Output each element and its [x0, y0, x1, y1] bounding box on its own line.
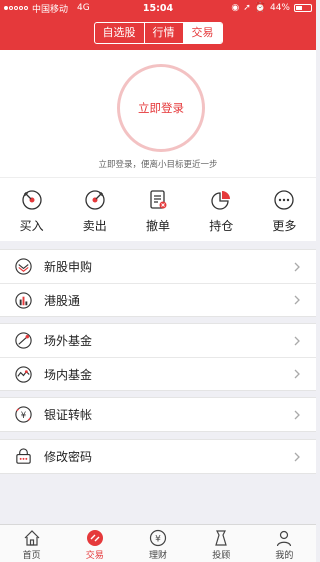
action-buy[interactable]: 买入 — [0, 178, 63, 241]
action-buy-label: 买入 — [19, 219, 44, 233]
menu-item-otc-fund-label: 场外基金 — [44, 334, 93, 348]
otc-fund-icon — [15, 332, 32, 349]
menu-item-exchange-fund[interactable]: 场内基金 — [0, 357, 316, 390]
tabbar-home[interactable]: 首页 — [0, 525, 63, 562]
holdings-icon — [211, 191, 231, 210]
profile-icon — [277, 530, 292, 547]
home-icon — [24, 530, 40, 546]
menu-item-hk-stock-label: 港股通 — [44, 293, 81, 308]
trade-icon — [86, 530, 103, 546]
segmented-control: 自选股 行情 交易 — [93, 22, 223, 44]
menu-group-2: 场外基金 场内基金 — [0, 323, 316, 391]
location-icon: ◉ — [231, 3, 240, 13]
menu-group-1: 新股申购 港股通 — [0, 249, 316, 317]
menu-item-ipo[interactable]: 新股申购 — [0, 250, 316, 283]
action-more[interactable]: 更多 — [253, 178, 316, 241]
finance-icon: ¥ — [149, 529, 167, 547]
ipo-icon — [15, 258, 32, 275]
battery-percent: 44% — [269, 3, 290, 13]
alarm-icon: ⏰ — [254, 3, 266, 13]
menu-item-exchange-fund-label: 场内基金 — [44, 367, 93, 382]
menu-item-hk-stock[interactable]: 港股通 — [0, 283, 316, 316]
menu-item-bank-transfer-label: 银证转帐 — [44, 408, 93, 422]
tab-watchlist[interactable]: 自选股 — [95, 23, 145, 43]
action-holdings-label: 持仓 — [209, 219, 234, 233]
cancel-order-icon — [150, 190, 167, 209]
login-tip: 立即登录，便离小目标更近一步 — [98, 160, 218, 170]
nav-bar: 自选股 行情 交易 — [0, 16, 316, 50]
tabbar-finance-label: 理财 — [149, 551, 168, 561]
battery-icon — [294, 4, 312, 12]
tabbar-advisor-label: 投顾 — [212, 551, 231, 561]
tabbar-advisor[interactable]: 投顾 — [190, 525, 253, 562]
menu-item-ipo-label: 新股申购 — [44, 260, 93, 274]
hk-stock-icon — [15, 291, 32, 309]
tabbar-finance[interactable]: ¥ 理财 — [126, 525, 189, 562]
tabbar-home-label: 首页 — [22, 551, 41, 561]
bank-transfer-icon: ¥ — [15, 406, 32, 423]
exchange-fund-icon — [15, 365, 32, 383]
action-cancel-order[interactable]: 撤单 — [126, 178, 189, 241]
tabbar-profile[interactable]: 我的 — [253, 525, 316, 562]
advisor-icon — [215, 530, 228, 546]
status-bar: 中国移动 4G 15:04 ◉ ➚ ⏰ 44% — [0, 0, 316, 16]
menu-group-4: 修改密码 — [0, 439, 316, 474]
login-button[interactable]: 立即登录 — [117, 64, 205, 152]
chevron-right-icon — [294, 336, 300, 345]
menu-item-change-password[interactable]: 修改密码 — [0, 440, 316, 473]
menu-item-bank-transfer[interactable]: ¥ 银证转帐 — [0, 398, 316, 431]
tab-market[interactable]: 行情 — [145, 23, 184, 43]
chevron-right-icon — [294, 452, 300, 461]
sell-icon — [85, 190, 105, 210]
tabbar-trade[interactable]: 交易 — [63, 525, 126, 562]
chevron-right-icon — [294, 295, 300, 305]
menu-item-change-password-label: 修改密码 — [44, 450, 93, 464]
carrier-label: 中国移动 — [32, 4, 69, 15]
menu-group-3: ¥ 银证转帐 — [0, 397, 316, 432]
chevron-right-icon — [294, 369, 300, 379]
tabbar-trade-label: 交易 — [85, 551, 104, 561]
tabbar-profile-label: 我的 — [275, 551, 294, 561]
tab-bar: 首页 交易 ¥ 理财 投顾 我的 — [0, 524, 316, 562]
login-hero: 立即登录 立即登录，便离小目标更近一步 — [0, 50, 316, 177]
status-left: 中国移动 4G — [4, 2, 231, 15]
action-sell[interactable]: 卖出 — [63, 178, 126, 241]
chevron-right-icon — [294, 410, 300, 419]
buy-icon — [21, 190, 42, 210]
action-holdings[interactable]: 持仓 — [190, 178, 253, 241]
arrow-icon: ➚ — [243, 3, 251, 13]
svg-text:¥: ¥ — [21, 411, 27, 421]
svg-text:¥: ¥ — [155, 535, 161, 545]
menu-item-otc-fund[interactable]: 场外基金 — [0, 324, 316, 357]
status-right: ◉ ➚ ⏰ 44% — [231, 3, 312, 13]
action-more-label: 更多 — [272, 219, 297, 233]
action-sell-label: 卖出 — [82, 219, 107, 233]
network-label: 4G — [77, 3, 90, 13]
password-icon — [16, 448, 31, 464]
quick-actions: 买入 卖出 撤单 持仓 更多 — [0, 177, 316, 241]
chevron-right-icon — [294, 262, 300, 271]
action-cancel-order-label: 撤单 — [146, 219, 171, 233]
tab-trade[interactable]: 交易 — [183, 23, 222, 43]
more-icon — [274, 190, 295, 210]
signal-icon — [4, 3, 29, 13]
